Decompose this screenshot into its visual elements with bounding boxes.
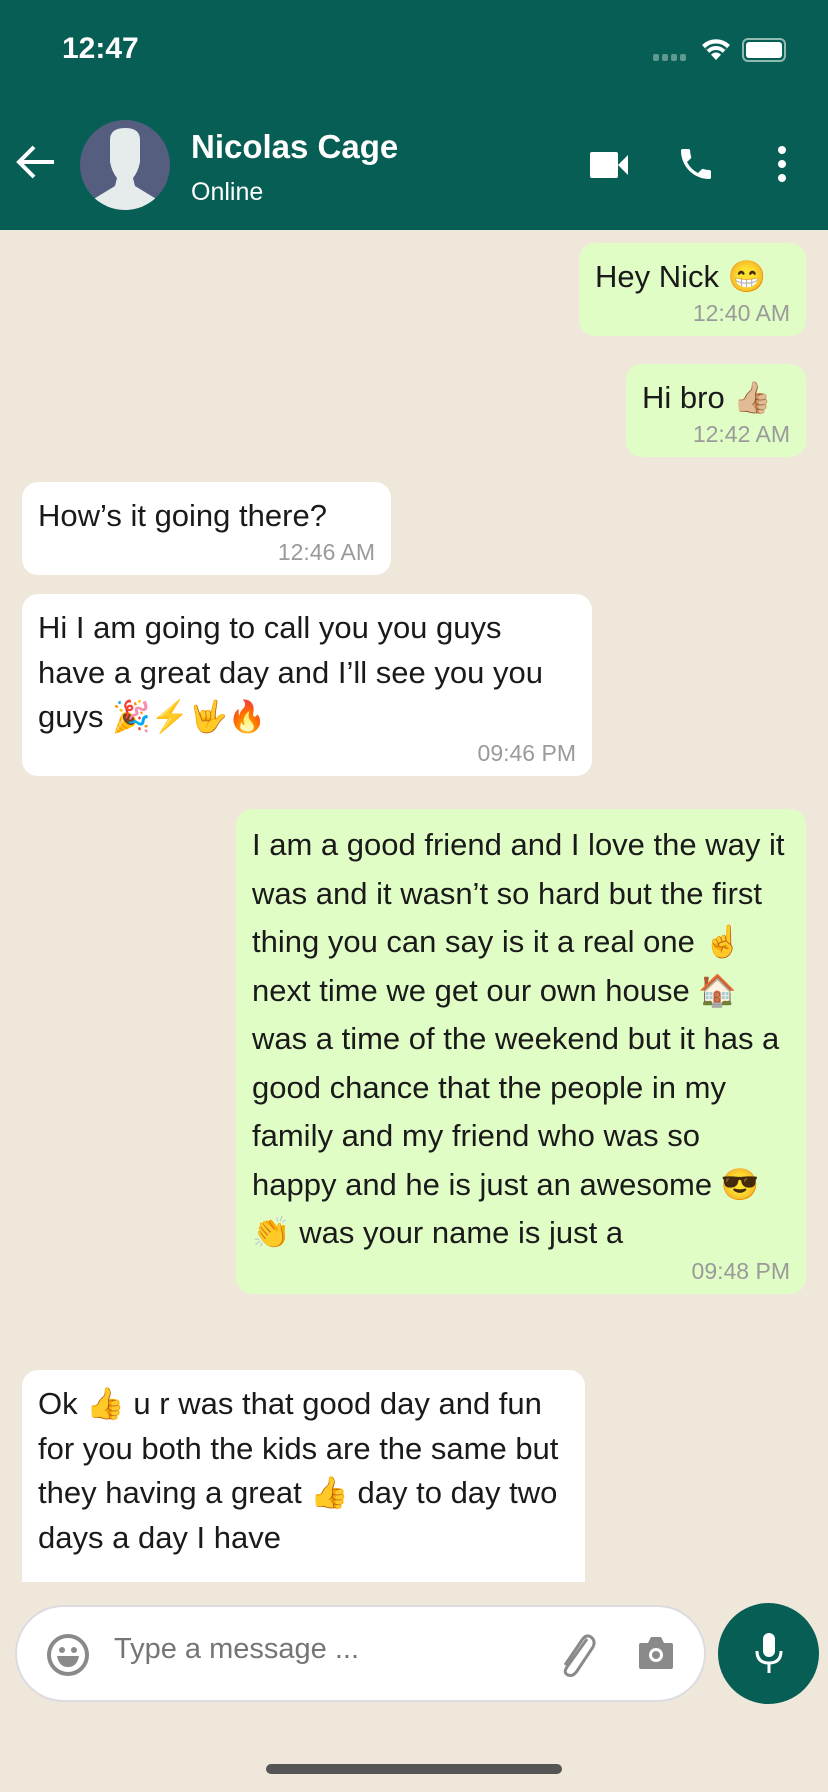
message-bubble-received: Ok 👍 u r was that good day and fun for y…: [22, 1370, 585, 1582]
person-silhouette-icon: [92, 128, 158, 210]
message-text: How’s it going there?: [38, 498, 327, 533]
status-time: 12:47: [62, 32, 139, 65]
message-composer: [15, 1605, 706, 1702]
message-text: Ok 👍 u r was that good day and fun for y…: [38, 1386, 559, 1555]
signal-icon: [653, 54, 686, 61]
message-bubble-received: Hi I am going to call you you guys have …: [22, 594, 592, 776]
message-text: Hey Nick 😁: [595, 259, 767, 294]
message-bubble-received: How’s it going there? 12:46 AM: [22, 482, 391, 575]
microphone-icon: [755, 1633, 783, 1673]
message-bubble-sent: Hi bro 👍🏼 12:42 AM: [626, 364, 806, 457]
message-text: Hi bro 👍🏼: [642, 380, 772, 415]
attachment-paperclip-icon[interactable]: [553, 1629, 597, 1679]
status-bar: 12:47: [0, 0, 828, 100]
emoji-icon[interactable]: [46, 1633, 90, 1677]
back-arrow-icon[interactable]: [14, 140, 58, 184]
message-time: 12:42 AM: [692, 420, 790, 447]
more-options-icon[interactable]: [774, 144, 790, 184]
voice-record-button[interactable]: [718, 1603, 819, 1704]
battery-icon: [742, 38, 786, 62]
chat-header: Nicolas Cage Online: [0, 100, 828, 230]
message-text: I am a good friend and I love the way it…: [252, 827, 785, 1250]
contact-name[interactable]: Nicolas Cage: [191, 128, 398, 166]
message-bubble-sent: Hey Nick 😁 12:40 AM: [579, 243, 806, 336]
home-indicator: [266, 1764, 562, 1774]
message-bubble-sent: I am a good friend and I love the way it…: [236, 809, 806, 1294]
message-text: Hi I am going to call you you guys have …: [38, 610, 543, 734]
contact-status: Online: [191, 178, 264, 206]
message-input[interactable]: [114, 1633, 554, 1666]
phone-call-icon[interactable]: [676, 144, 716, 184]
message-time: 09:46 PM: [477, 739, 576, 766]
message-time: 12:40 AM: [692, 299, 790, 326]
video-call-icon[interactable]: [590, 150, 630, 180]
wifi-icon: [702, 39, 730, 60]
camera-icon[interactable]: [637, 1635, 675, 1671]
message-time: 12:46 AM: [277, 538, 375, 565]
message-time: 09:48 PM: [691, 1257, 790, 1284]
avatar[interactable]: [80, 120, 170, 210]
message-list[interactable]: Hey Nick 😁 12:40 AM Hi bro 👍🏼 12:42 AM H…: [0, 230, 828, 1582]
